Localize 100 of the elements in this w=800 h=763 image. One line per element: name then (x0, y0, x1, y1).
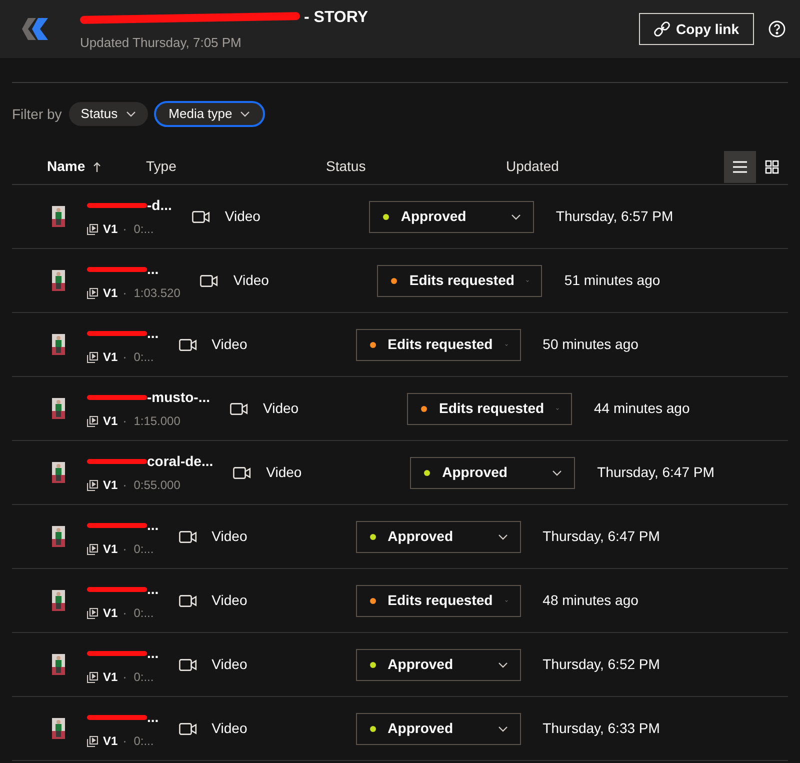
updated-text: 44 minutes ago (594, 399, 690, 418)
versions-icon (87, 288, 98, 298)
file-name[interactable]: ... (147, 643, 159, 664)
versions-icon (87, 224, 98, 234)
duration-text: 0:... (134, 605, 154, 622)
version-label: V1 (103, 669, 118, 686)
updated-text: Thursday, 6:47 PM (597, 463, 714, 482)
status-dropdown[interactable]: Approved (356, 520, 521, 552)
redaction-mark (87, 587, 147, 592)
updated-text: Updated Thursday, 7:05 PM (80, 34, 242, 52)
version-label: V1 (103, 413, 118, 430)
separator-text: · (122, 285, 127, 302)
file-name[interactable]: ... (147, 259, 159, 280)
version-label: V1 (103, 733, 118, 750)
type-text: Video (212, 655, 248, 674)
updated-text: Thursday, 6:47 PM (542, 527, 660, 546)
file-name[interactable]: ... (147, 707, 159, 728)
version-label: V1 (103, 541, 118, 558)
video-camera-icon (178, 530, 197, 542)
versions-icon (87, 416, 98, 426)
chevron-down-icon (552, 470, 562, 476)
file-name[interactable]: -d... (147, 195, 172, 216)
duration-text: 0:... (134, 349, 154, 366)
column-header[interactable]: Type (146, 156, 176, 177)
version-label: V1 (103, 349, 118, 366)
versions-icon (87, 352, 98, 362)
status-dropdown[interactable]: Edits requested (407, 392, 572, 424)
version-label: V1 (103, 477, 118, 494)
separator-text: · (122, 733, 127, 750)
redaction-mark (87, 651, 147, 656)
filter-chip[interactable]: Status (68, 102, 148, 126)
type-text: Video (224, 207, 260, 226)
status-dropdown[interactable]: Approved (410, 456, 576, 488)
type-text: Video (212, 335, 248, 354)
column-header[interactable]: Status (326, 156, 366, 177)
redaction-mark (87, 331, 147, 336)
updated-text: Thursday, 6:52 PM (542, 655, 660, 674)
redaction-mark (87, 459, 147, 464)
chevron-down-icon (498, 662, 508, 668)
file-name[interactable]: ... (147, 515, 159, 536)
file-name[interactable]: coral-de... (147, 451, 214, 472)
type-text: Video (212, 719, 248, 738)
copy-link-button[interactable]: Copy link (638, 13, 754, 45)
sort-arrow-icon (93, 162, 102, 172)
separator-text: · (122, 541, 127, 558)
redaction-mark (87, 267, 147, 272)
separator-text: · (122, 605, 127, 622)
status-dropdown[interactable]: Edits requested (356, 584, 521, 616)
version-label: V1 (103, 285, 118, 302)
redaction-mark (87, 715, 147, 720)
status-dropdown[interactable]: Approved (356, 712, 521, 744)
status-dropdown[interactable]: Approved (356, 648, 521, 680)
versions-icon (87, 608, 98, 618)
type-text: Video (233, 271, 269, 290)
versions-icon (87, 672, 98, 682)
column-header[interactable]: Updated (506, 156, 559, 177)
chevron-down-icon (126, 111, 136, 117)
separator-text: · (122, 669, 127, 686)
separator-text: · (122, 221, 127, 238)
chevron-down-icon (498, 534, 508, 540)
video-camera-icon (200, 274, 218, 286)
versions-icon (87, 736, 98, 746)
file-name[interactable]: ... (147, 579, 159, 600)
duration-text: 0:... (134, 733, 154, 750)
link-icon (654, 21, 670, 37)
status-dropdown[interactable]: Edits requested (356, 328, 521, 360)
updated-text: Thursday, 6:33 PM (542, 719, 660, 738)
versions-icon (87, 480, 98, 490)
file-name[interactable]: -musto-... (147, 387, 210, 408)
video-camera-icon (178, 594, 197, 606)
project-title: - STORY (304, 8, 368, 28)
chevron-down-icon (240, 111, 250, 117)
list-icon (733, 160, 747, 172)
video-camera-icon (230, 402, 248, 414)
duration-text: 1:15.000 (134, 413, 180, 430)
list-view-button[interactable] (724, 150, 756, 182)
versions-icon (87, 544, 98, 554)
updated-text: 50 minutes ago (542, 335, 638, 354)
duration-text: 0:... (134, 669, 154, 686)
filter-chip[interactable]: Media type (154, 101, 266, 127)
type-text: Video (263, 399, 299, 418)
status-dropdown[interactable]: Edits requested (377, 264, 542, 296)
updated-text: Thursday, 6:57 PM (556, 207, 674, 226)
column-header[interactable]: Name (47, 156, 86, 177)
redaction-mark (87, 523, 147, 528)
chevron-down-icon (510, 214, 521, 220)
type-text: Video (212, 591, 248, 610)
version-label: V1 (103, 221, 118, 238)
separator-text: · (122, 349, 127, 366)
duration-text: 0:... (134, 541, 154, 558)
video-camera-icon (178, 338, 197, 350)
file-name[interactable]: ... (147, 323, 159, 344)
filter-label: Filter by (12, 104, 62, 124)
redaction-mark (87, 203, 147, 208)
type-text: Video (266, 463, 302, 482)
status-dropdown[interactable]: Approved (368, 200, 534, 232)
video-camera-icon (192, 210, 210, 222)
help-icon[interactable] (768, 20, 786, 38)
duration-text: 0:55.000 (134, 477, 180, 494)
duration-text: 0:... (134, 221, 154, 238)
